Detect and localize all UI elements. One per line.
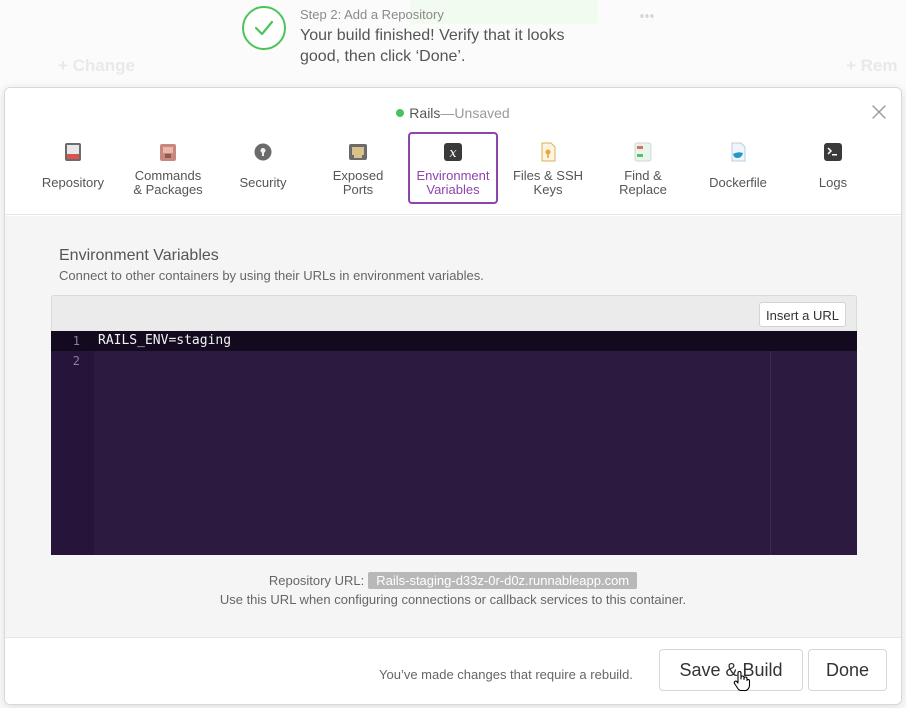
repository-url-value[interactable]: Rails-staging-d33z-0r-d0z.runnableapp.co… <box>368 572 638 589</box>
step-notification: Step 2: Add a Repository Your build fini… <box>242 4 662 70</box>
env-variables-editor[interactable]: 1 RAILS_ENV=staging 2 <box>51 331 857 555</box>
close-icon[interactable] <box>871 104 887 120</box>
tab-label: Find & Replace <box>619 168 667 197</box>
editor-toolbar: Insert a URL <box>51 295 857 331</box>
line-number: 2 <box>72 354 80 368</box>
checkmark-icon <box>242 6 286 50</box>
security-icon <box>253 142 273 162</box>
tab-find-replace[interactable]: Find & Replace <box>598 132 688 204</box>
repository-url-row: Repository URL: Rails-staging-d33z-0r-d0z… <box>5 572 901 589</box>
tab-dockerfile[interactable]: Dockerfile <box>693 132 783 204</box>
section-title: Environment Variables <box>59 247 219 264</box>
exposed-ports-icon <box>348 142 368 162</box>
repository-icon <box>63 142 83 162</box>
background-change-link: + Change <box>58 56 135 75</box>
tab-label: Commands & Packages <box>133 168 203 197</box>
environment-variables-icon: x <box>443 142 463 162</box>
commands-packages-icon <box>158 142 178 162</box>
tab-label: Files & SSH Keys <box>512 168 584 197</box>
editor-line[interactable]: 1 RAILS_ENV=staging <box>51 331 857 351</box>
done-button[interactable]: Done <box>808 649 887 691</box>
tab-label: Exposed Ports <box>332 168 384 197</box>
tab-commands-packages[interactable]: Commands & Packages <box>123 132 213 204</box>
modal-title: Rails—Unsaved <box>5 105 901 121</box>
repository-url-label: Repository URL: <box>268 573 365 588</box>
hand-pointer-cursor-icon <box>733 670 751 692</box>
find-replace-icon <box>633 142 653 162</box>
repository-url-note: Use this URL when configuring connection… <box>219 592 687 607</box>
container-name: Rails <box>409 105 441 121</box>
line-number: 1 <box>72 334 80 348</box>
section-description: Connect to other containers by using the… <box>59 268 484 283</box>
tab-label: Environment Variables <box>416 168 490 197</box>
container-settings-modal: Rails—Unsaved Repository Commands & Packa… <box>4 87 902 705</box>
rebuild-notice: You’ve made changes that require a rebui… <box>379 667 633 682</box>
tab-label: Dockerfile <box>709 175 767 190</box>
tab-environment-variables[interactable]: x Environment Variables <box>408 132 498 204</box>
tab-files-ssh-keys[interactable]: Files & SSH Keys <box>503 132 593 204</box>
insert-url-button[interactable]: Insert a URL <box>759 302 846 327</box>
status-dot-icon <box>396 109 405 117</box>
more-options-icon[interactable]: °°° <box>640 14 655 25</box>
tab-repository[interactable]: Repository <box>28 132 118 204</box>
step-message: Your build finished! Verify that it look… <box>300 27 565 65</box>
tab-logs[interactable]: Logs <box>788 132 878 204</box>
tab-label: Repository <box>41 175 105 190</box>
editor-line[interactable]: 2 <box>51 351 857 371</box>
files-ssh-keys-icon <box>538 142 558 162</box>
tab-security[interactable]: Security <box>218 132 308 204</box>
tab-label: Logs <box>818 175 848 190</box>
line-text[interactable]: RAILS_ENV=staging <box>98 331 231 351</box>
environment-variables-panel: Environment Variables Connect to other c… <box>5 216 901 637</box>
save-build-button[interactable]: Save & Build <box>659 649 803 691</box>
tab-label: Security <box>239 175 287 190</box>
modal-footer: You’ve made changes that require a rebui… <box>5 637 901 704</box>
settings-tabs: Repository Commands& Packages Security <box>25 132 885 204</box>
modal-header: Rails—Unsaved Repository Commands & Packa… <box>5 88 901 215</box>
save-status: Unsaved <box>454 105 510 121</box>
background-remove-link: + Rem <box>846 56 898 75</box>
step-label: Step 2: Add a Repository <box>300 7 444 22</box>
svg-text:x: x <box>449 146 457 161</box>
title-separator: — <box>440 105 455 121</box>
dockerfile-icon <box>728 142 748 162</box>
tab-exposed-ports[interactable]: Exposed Ports <box>313 132 403 204</box>
logs-icon <box>823 142 843 162</box>
